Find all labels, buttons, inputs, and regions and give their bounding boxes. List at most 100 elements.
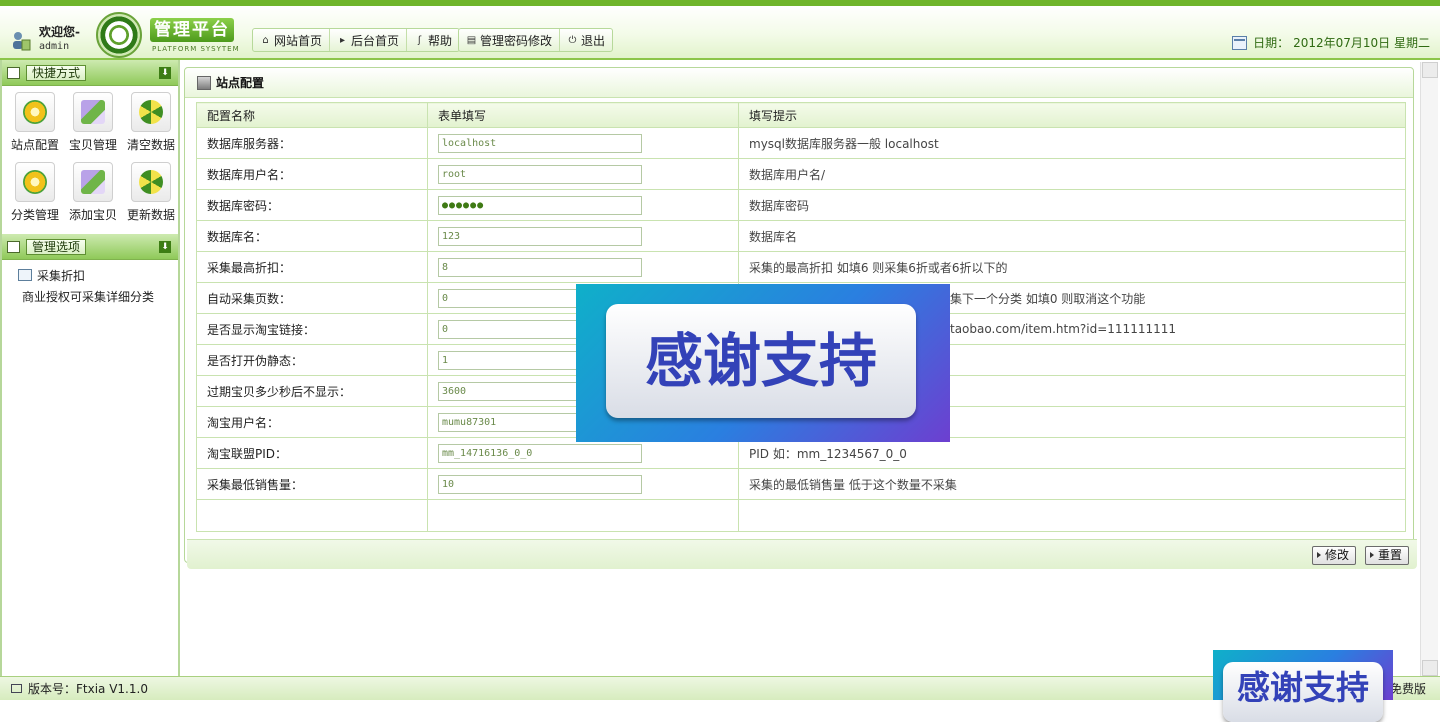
row-label: 采集最低销售量： [196, 468, 428, 500]
gear-icon [15, 92, 55, 132]
shortcut-clear-data[interactable]: 清空数据 [122, 90, 180, 160]
table-icon [7, 66, 20, 79]
pencil-icon [73, 162, 113, 202]
date-value: 2012年07月10日 星期二 [1293, 36, 1430, 50]
shortcut-add-item[interactable]: 添加宝贝 [64, 160, 122, 230]
row-hint: PID 如：mm_1234567_0_0 [738, 437, 1406, 469]
document-icon [18, 269, 32, 281]
column-header: 配置名称 [196, 102, 428, 128]
radiation-icon [131, 92, 171, 132]
nav-group-account: ▤ 管理密码修改 ⏻ 退出 [458, 28, 614, 52]
row-label: 采集最高折扣： [196, 251, 428, 283]
play-icon: ▸ [340, 34, 346, 46]
table-row: 数据库名： 数据库名 [196, 220, 1406, 252]
taobao-pid-input[interactable] [438, 443, 642, 463]
modify-button[interactable]: 修改 [1312, 546, 1357, 565]
row-label: 自动采集页数： [196, 282, 428, 314]
pencil-icon [73, 92, 113, 132]
table-icon [7, 240, 20, 253]
db-server-input[interactable] [438, 133, 642, 153]
table-row: 采集最高折扣： 采集的最高折扣 如填6 则采集6折或者6折以下的 [196, 251, 1406, 283]
edition-text: 免费版 [1389, 682, 1426, 696]
thanks-support-banner: 感谢支持 [576, 284, 950, 442]
row-label: 数据库服务器： [196, 127, 428, 159]
db-password-input[interactable] [438, 195, 642, 215]
nav-group-main: ⌂ 网站首页 ▸ 后台首页 ʃ 帮助 [252, 28, 461, 52]
manage-panel-header: 管理选项 ⬇ [2, 234, 178, 260]
nav-help[interactable]: ʃ 帮助 [407, 29, 459, 51]
row-label: 数据库用户名： [196, 158, 428, 190]
collapse-shortcuts-button[interactable]: ⬇ [159, 67, 171, 79]
manage-title: 管理选项 [26, 238, 87, 255]
page-title: 站点配置 [216, 76, 265, 90]
nav-logout[interactable]: ⏻ 退出 [560, 29, 612, 51]
shortcut-item-manage[interactable]: 宝贝管理 [64, 90, 122, 160]
row-hint: 采集的最低销售量 低于这个数量不采集 [738, 468, 1406, 500]
nav-site-home[interactable]: ⌂ 网站首页 [253, 29, 331, 51]
scroll-down-button[interactable] [1422, 660, 1438, 676]
welcome-text: 欢迎您- [39, 25, 80, 39]
gear-icon [15, 162, 55, 202]
shortcuts-panel-header: 快捷方式 ⬇ [2, 60, 178, 86]
row-hint: 数据库名 [738, 220, 1406, 252]
max-discount-input[interactable] [438, 257, 642, 277]
shortcut-update-data[interactable]: 更新数据 [122, 160, 180, 230]
monitor-icon [11, 684, 22, 693]
thanks-support-corner-text: 感谢支持 [1223, 662, 1383, 722]
db-name-input[interactable] [438, 226, 642, 246]
table-row: 数据库密码： 数据库密码 [196, 189, 1406, 221]
thanks-support-corner-banner: 感谢支持 [1213, 650, 1393, 722]
row-label: 数据库名： [196, 220, 428, 252]
version-text: 版本号：Ftxia V1.1.0 [28, 682, 148, 696]
row-hint: 采集的最高折扣 如填6 则采集6折或者6折以下的 [738, 251, 1406, 283]
shortcut-site-config[interactable]: 站点配置 [6, 90, 64, 160]
logo-icon [96, 12, 142, 58]
row-label: 淘宝用户名： [196, 406, 428, 438]
row-hint: 数据库用户名/ [738, 158, 1406, 190]
commercial-license-note: 商业授权可采集详细分类 [22, 290, 155, 304]
row-label: 过期宝贝多少秒后不显示： [196, 375, 428, 407]
shortcut-category-manage[interactable]: 分类管理 [6, 160, 64, 230]
shortcuts-title: 快捷方式 [26, 64, 87, 81]
logo-subtitle: PLATFORM SYSYTEM [152, 45, 240, 53]
server-icon [197, 75, 211, 90]
user-info: 欢迎您- admin [6, 22, 101, 60]
config-panel-header: 站点配置 [185, 68, 1413, 98]
table-row: 数据库用户名： 数据库用户名/ [196, 158, 1406, 190]
manage-list: 采集折扣 商业授权可采集详细分类 [2, 260, 178, 308]
sidebar: 快捷方式 ⬇ 站点配置 宝贝管理 清空数据 分类管理 添加宝贝 更新数据 管理选… [0, 60, 180, 676]
power-icon: ⏻ [568, 34, 577, 46]
logo-title: 管理平台 [150, 18, 234, 42]
user-icon [10, 30, 32, 52]
shortcut-grid: 站点配置 宝贝管理 清空数据 分类管理 添加宝贝 更新数据 [2, 86, 178, 234]
username: admin [39, 41, 70, 52]
date-label: 日期： [1253, 36, 1290, 50]
row-hint: mysql数据库服务器一般 localhost [738, 127, 1406, 159]
column-header: 表单填写 [427, 102, 739, 128]
nav-admin-home[interactable]: ▸ 后台首页 [330, 29, 408, 51]
form-actions: 修改 重置 [187, 539, 1417, 569]
thanks-support-text: 感谢支持 [606, 304, 916, 418]
column-header: 填写提示 [738, 102, 1406, 128]
row-label: 淘宝联盟PID： [196, 437, 428, 469]
top-header: 欢迎您- admin 管理平台 PLATFORM SYSYTEM ⌂ 网站首页 ▸… [0, 0, 1440, 60]
nav-change-password[interactable]: ▤ 管理密码修改 [459, 29, 561, 51]
vertical-scrollbar[interactable] [1420, 62, 1438, 676]
scroll-up-button[interactable] [1422, 62, 1438, 78]
table-row-empty [196, 499, 1406, 532]
collapse-manage-button[interactable]: ⬇ [159, 241, 171, 253]
manage-item-discount[interactable]: 采集折扣 [2, 264, 178, 286]
row-label: 是否打开伪静态： [196, 344, 428, 376]
calendar-icon [1232, 35, 1248, 50]
table-row: 采集最低销售量： 采集的最低销售量 低于这个数量不采集 [196, 468, 1406, 500]
db-username-input[interactable] [438, 164, 642, 184]
help-icon: ʃ [417, 34, 422, 46]
radiation-icon [131, 162, 171, 202]
date-display: 日期： 2012年07月10日 星期二 [1232, 34, 1430, 51]
home-icon: ⌂ [262, 34, 269, 46]
reset-button[interactable]: 重置 [1365, 546, 1410, 565]
table-row: 淘宝联盟PID： PID 如：mm_1234567_0_0 [196, 437, 1406, 469]
list-icon: ▤ [466, 34, 477, 46]
min-sales-input[interactable] [438, 474, 642, 494]
table-row: 数据库服务器： mysql数据库服务器一般 localhost [196, 127, 1406, 159]
